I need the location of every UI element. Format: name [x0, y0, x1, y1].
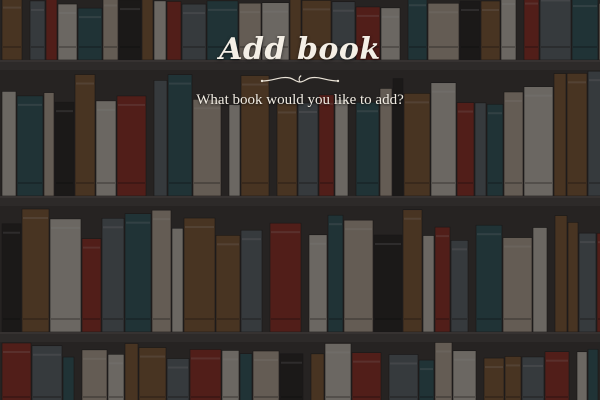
add-book-screen: Add book What book would you like to add…: [0, 0, 600, 400]
page-subtitle: What book would you like to add?: [196, 92, 404, 108]
flourish-divider-icon: [260, 75, 340, 83]
page-header: Add book What book would you like to add…: [0, 30, 600, 109]
page-title: Add book: [219, 32, 381, 67]
